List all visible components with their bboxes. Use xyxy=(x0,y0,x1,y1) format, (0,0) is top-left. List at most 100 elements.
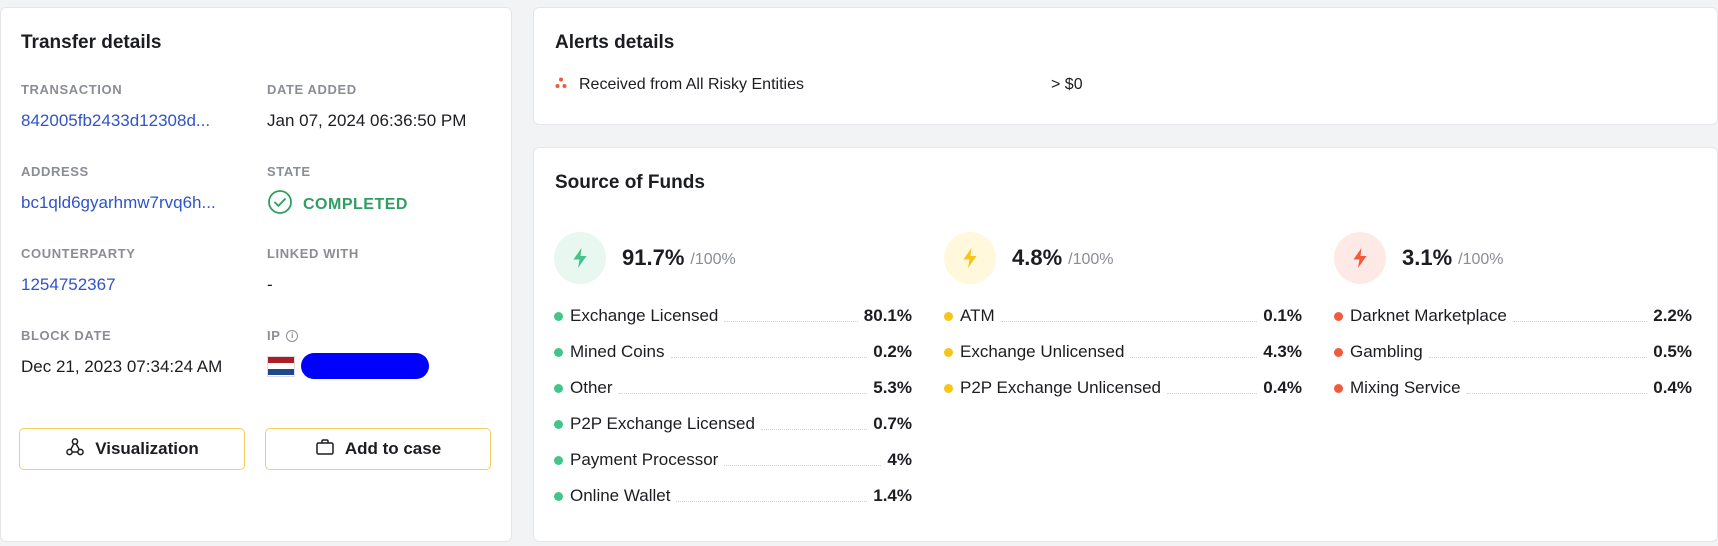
alerts-details-card: Alerts details Received from All Risky E… xyxy=(533,7,1718,125)
visualization-button[interactable]: Visualization xyxy=(19,428,245,470)
address-link[interactable]: bc1qld6gyarhmw7rvq6h... xyxy=(21,193,241,213)
redacted-ip xyxy=(301,353,429,379)
state-badge: COMPLETED xyxy=(267,189,487,220)
block-date-field: BLOCK DATE Dec 21, 2023 07:34:24 AM xyxy=(21,328,241,377)
source-of-funds-card: Source of Funds 91.7% /100% Exchange Lic… xyxy=(533,147,1718,542)
lightning-bolt-icon xyxy=(944,232,996,284)
source-name: Mixing Service xyxy=(1350,378,1461,397)
state-label: STATE xyxy=(267,164,311,179)
transfer-details-title: Transfer details xyxy=(21,32,162,53)
source-value: 80.1% xyxy=(863,306,912,325)
lightning-bolt-icon xyxy=(1334,232,1386,284)
yellow-dot-icon xyxy=(944,311,953,321)
ip-label-row: IP i xyxy=(267,328,487,343)
green-dot-icon xyxy=(554,383,563,393)
source-name: P2P Exchange Licensed xyxy=(570,414,755,433)
red-dot-icon xyxy=(1334,383,1343,393)
visualization-label: Visualization xyxy=(95,439,199,458)
briefcase-icon xyxy=(315,437,335,462)
green-dot-icon xyxy=(554,347,563,357)
group-percentage: 91.7% xyxy=(622,245,685,270)
dotted-leader xyxy=(1167,392,1258,394)
source-value: 2.2% xyxy=(1653,306,1692,325)
date-added-value: Jan 07, 2024 06:36:50 PM xyxy=(267,111,467,130)
group-total: /100% xyxy=(690,251,736,268)
dotted-leader xyxy=(724,320,858,322)
dotted-leader xyxy=(676,500,868,502)
low-risk-group: 91.7% /100% Exchange Licensed 80.1% Mined… xyxy=(554,232,912,514)
green-dot-icon xyxy=(554,491,563,501)
source-value: 0.1% xyxy=(1263,306,1302,325)
state-field: STATE COMPLETED xyxy=(267,164,487,220)
state-value: COMPLETED xyxy=(303,195,408,213)
info-icon[interactable]: i xyxy=(286,329,299,342)
source-name: ATM xyxy=(960,306,995,325)
source-name: Other xyxy=(570,378,613,397)
source-name: Gambling xyxy=(1350,342,1423,361)
list-item: Mixing Service 0.4% xyxy=(1334,370,1692,406)
list-item: Other 5.3% xyxy=(554,370,912,406)
dotted-leader xyxy=(1130,356,1258,358)
risk-dots-icon xyxy=(555,76,567,94)
source-value: 4% xyxy=(887,450,912,469)
ip-value xyxy=(267,353,487,379)
source-list: Exchange Licensed 80.1% Mined Coins 0.2% O… xyxy=(554,298,912,514)
dotted-leader xyxy=(618,392,868,394)
source-value: 5.3% xyxy=(873,378,912,397)
linked-with-field: LINKED WITH - xyxy=(267,246,487,295)
linked-with-value: - xyxy=(267,275,273,294)
group-total: /100% xyxy=(1458,251,1504,268)
list-item: Gambling 0.5% xyxy=(1334,334,1692,370)
address-field: ADDRESS bc1qld6gyarhmw7rvq6h... xyxy=(21,164,241,213)
source-list: Darknet Marketplace 2.2% Gambling 0.5% Mix… xyxy=(1334,298,1692,406)
ip-label: IP xyxy=(267,328,281,343)
list-item: Darknet Marketplace 2.2% xyxy=(1334,298,1692,334)
red-dot-icon xyxy=(1334,311,1343,321)
counterparty-label: COUNTERPARTY xyxy=(21,246,136,261)
transaction-label: TRANSACTION xyxy=(21,82,123,97)
dotted-leader xyxy=(724,464,882,466)
dotted-leader xyxy=(670,356,868,358)
counterparty-link[interactable]: 1254752367 xyxy=(21,275,241,295)
green-dot-icon xyxy=(554,311,563,321)
source-value: 0.7% xyxy=(873,414,912,433)
block-date-value: Dec 21, 2023 07:34:24 AM xyxy=(21,357,223,376)
lightning-bolt-icon xyxy=(554,232,606,284)
date-added-label: DATE ADDED xyxy=(267,82,357,97)
group-total: /100% xyxy=(1068,251,1114,268)
medium-risk-group: 4.8% /100% ATM 0.1% Exchange Unlicensed 4.… xyxy=(944,232,1302,406)
check-circle-icon xyxy=(267,189,293,220)
group-percentage: 4.8% xyxy=(1012,245,1063,270)
transaction-link[interactable]: 842005fb2433d12308d... xyxy=(21,111,241,131)
source-name: Mined Coins xyxy=(570,342,665,361)
list-item: P2P Exchange Unlicensed 0.4% xyxy=(944,370,1302,406)
group-summary: 3.1% /100% xyxy=(1334,232,1692,284)
source-of-funds-title: Source of Funds xyxy=(555,172,705,193)
source-name: P2P Exchange Unlicensed xyxy=(960,378,1161,397)
green-dot-icon xyxy=(554,455,563,465)
ip-field: IP i xyxy=(267,328,487,379)
add-to-case-button[interactable]: Add to case xyxy=(265,428,491,470)
list-item: Online Wallet 1.4% xyxy=(554,478,912,514)
source-name: Darknet Marketplace xyxy=(1350,306,1507,325)
list-item: Payment Processor 4% xyxy=(554,442,912,478)
group-summary: 4.8% /100% xyxy=(944,232,1302,284)
list-item: Mined Coins 0.2% xyxy=(554,334,912,370)
high-risk-group: 3.1% /100% Darknet Marketplace 2.2% Gambl… xyxy=(1334,232,1692,406)
block-date-label: BLOCK DATE xyxy=(21,328,112,343)
source-value: 0.2% xyxy=(873,342,912,361)
source-value: 1.4% xyxy=(873,486,912,505)
add-to-case-label: Add to case xyxy=(344,439,442,458)
alert-item: Received from All Risky Entities > $0 xyxy=(555,76,1083,94)
source-value: 0.5% xyxy=(1653,342,1692,361)
alert-condition: > $0 xyxy=(1051,76,1083,93)
alert-name: Received from All Risky Entities xyxy=(579,76,804,93)
netherlands-flag-icon xyxy=(267,355,295,377)
list-item: P2P Exchange Licensed 0.7% xyxy=(554,406,912,442)
source-name: Exchange Licensed xyxy=(570,306,719,325)
alerts-details-title: Alerts details xyxy=(555,32,675,53)
dotted-leader xyxy=(1512,320,1648,322)
linked-with-label: LINKED WITH xyxy=(267,246,359,261)
yellow-dot-icon xyxy=(944,383,953,393)
dotted-leader xyxy=(1000,320,1258,322)
